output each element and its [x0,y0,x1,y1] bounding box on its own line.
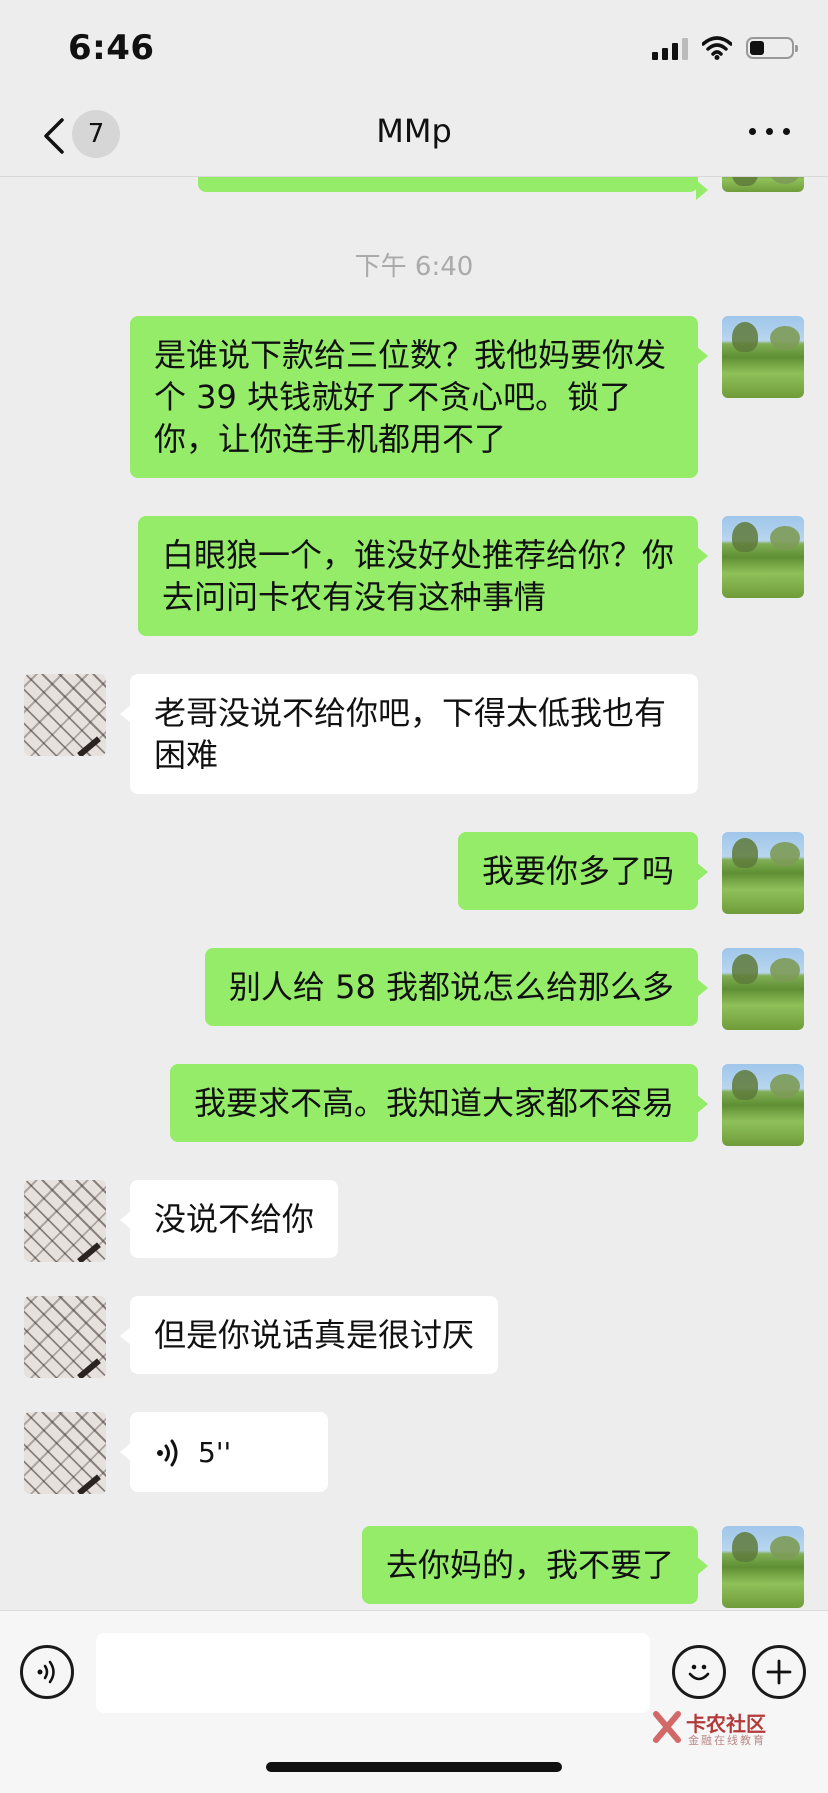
plus-icon [766,1659,792,1685]
voice-wave-icon [37,1660,55,1684]
message-bubble[interactable]: 没说不给你 [119,1180,339,1258]
contact-avatar[interactable] [24,1296,106,1378]
kanong-logo-icon [653,1711,681,1743]
my-avatar[interactable] [722,316,804,398]
emoji-button[interactable] [672,1645,726,1699]
contact-avatar[interactable] [24,1180,106,1262]
nav-bar: 7 MMp [0,96,828,177]
cellular-signal-icon [652,36,688,60]
message-bubble[interactable]: 白眼狼一个，谁没好处推荐给你？你去问问卡农有没有这种事情 [138,516,708,636]
message-input[interactable] [96,1633,650,1713]
status-time: 6:46 [68,28,155,68]
voice-input-button[interactable] [20,1645,74,1699]
message-bubble[interactable]: 我要你多了吗 [457,832,709,910]
voice-wave-icon [157,1439,178,1467]
wifi-icon [702,36,732,60]
my-avatar[interactable] [722,832,804,914]
more-options-icon[interactable] [749,128,790,135]
message-bubble[interactable]: 老哥没说不给你吧，下得太低我也有困难 [120,674,698,794]
message-timestamp: 下午 6:40 [354,252,474,282]
message-bubble[interactable]: 我要求不高。我知道大家都不容易 [169,1064,709,1142]
watermark-logo: 卡农社区 金融在线教育 [650,1706,790,1752]
status-bar: 6:46 [0,0,828,96]
chat-title: MMp [376,112,452,150]
contact-avatar[interactable] [24,674,106,756]
contact-avatar[interactable] [24,1412,106,1494]
my-avatar[interactable] [722,516,804,598]
voice-message-bubble[interactable]: 5'' [120,1412,328,1492]
my-avatar[interactable] [722,1064,804,1146]
home-indicator[interactable] [266,1762,562,1772]
battery-icon [746,37,798,59]
watermark-subtitle: 金融在线教育 [688,1734,766,1747]
message-bubble[interactable]: 是谁说下款给三位数？我他妈要你发个 39 块钱就好了不贪心吧。锁了你，让你连手机… [130,316,708,478]
message-bubble[interactable]: 别人给 58 我都说怎么给那么多 [204,948,709,1026]
message-bubble[interactable]: 去你妈的，我不要了 [361,1526,709,1604]
chat-area[interactable]: 下午 6:40 是谁说下款给三位数？我他妈要你发个 39 块钱就好了不贪心吧。锁… [0,0,828,1610]
more-functions-button[interactable] [752,1645,806,1699]
my-avatar[interactable] [722,1526,804,1608]
message-bubble[interactable]: 但是你说话真是很讨厌 [119,1296,499,1374]
smiley-icon [688,1664,710,1681]
voice-duration: 5'' [198,1436,232,1469]
my-avatar[interactable] [722,948,804,1030]
